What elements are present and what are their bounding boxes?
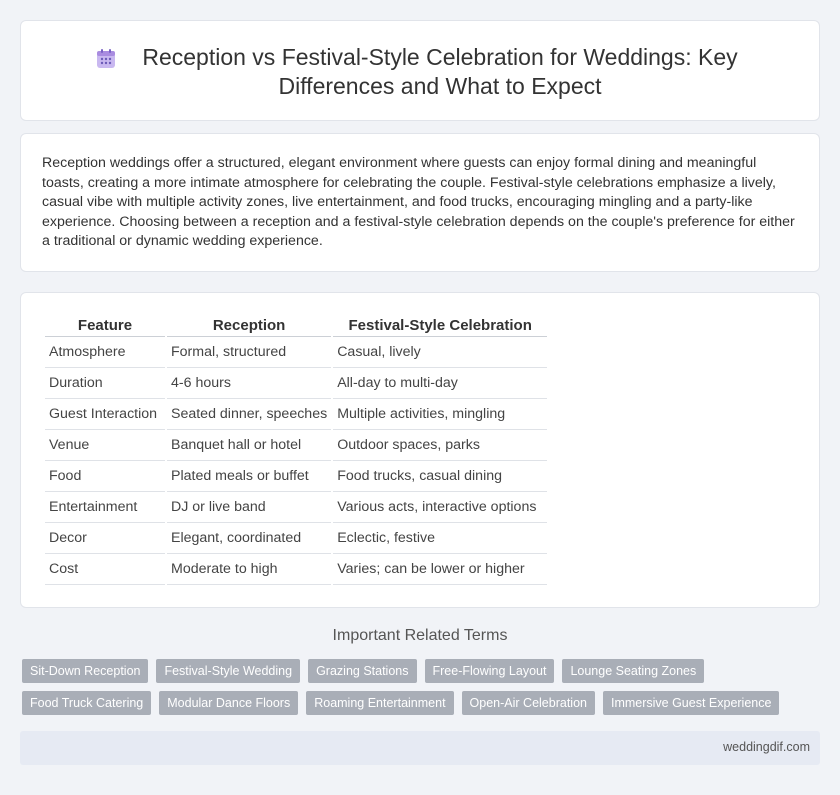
- table-cell: Formal, structured: [167, 337, 332, 368]
- table-cell: Food trucks, casual dining: [333, 461, 548, 492]
- table-header-row: Feature Reception Festival-Style Celebra…: [45, 315, 548, 337]
- term-tag[interactable]: Roaming Entertainment: [306, 691, 454, 715]
- table-row: Food Plated meals or buffet Food trucks,…: [45, 461, 548, 492]
- table-cell: Cost: [45, 554, 165, 585]
- term-tag[interactable]: Food Truck Catering: [22, 691, 152, 715]
- table-cell: Banquet hall or hotel: [167, 430, 332, 461]
- table-row: Decor Elegant, coordinated Eclectic, fes…: [45, 523, 548, 554]
- column-header-reception: Reception: [167, 315, 332, 337]
- intro-card: Reception weddings offer a structured, e…: [20, 133, 820, 272]
- table-cell: Duration: [45, 368, 165, 399]
- table-row: Guest Interaction Seated dinner, speeche…: [45, 399, 548, 430]
- table-cell: Entertainment: [45, 492, 165, 523]
- comparison-card: Feature Reception Festival-Style Celebra…: [20, 292, 820, 608]
- table-cell: Multiple activities, mingling: [333, 399, 548, 430]
- table-row: Cost Moderate to high Varies; can be low…: [45, 554, 548, 585]
- related-terms-list: Sit-Down Reception Festival-Style Weddin…: [22, 659, 822, 715]
- term-tag[interactable]: Lounge Seating Zones: [562, 659, 705, 683]
- table-cell: Outdoor spaces, parks: [333, 430, 548, 461]
- term-tag[interactable]: Sit-Down Reception: [22, 659, 149, 683]
- table-cell: Eclectic, festive: [333, 523, 548, 554]
- term-tag[interactable]: Immersive Guest Experience: [602, 691, 780, 715]
- table-cell: Food: [45, 461, 165, 492]
- table-row: Venue Banquet hall or hotel Outdoor spac…: [45, 430, 548, 461]
- table-cell: DJ or live band: [167, 492, 332, 523]
- comparison-table: Feature Reception Festival-Style Celebra…: [43, 315, 549, 585]
- table-cell: Moderate to high: [167, 554, 332, 585]
- table-row: Entertainment DJ or live band Various ac…: [45, 492, 548, 523]
- table-cell: Varies; can be lower or higher: [333, 554, 548, 585]
- table-row: Duration 4-6 hours All-day to multi-day: [45, 368, 548, 399]
- table-cell: Seated dinner, speeches: [167, 399, 332, 430]
- table-cell: Plated meals or buffet: [167, 461, 332, 492]
- table-row: Atmosphere Formal, structured Casual, li…: [45, 337, 548, 368]
- footer: weddingdif.com: [20, 731, 820, 765]
- table-cell: Decor: [45, 523, 165, 554]
- related-terms-title: Important Related Terms: [332, 627, 508, 644]
- term-tag[interactable]: Modular Dance Floors: [159, 691, 299, 715]
- table-cell: Venue: [45, 430, 165, 461]
- header-card: Reception vs Festival-Style Celebration …: [20, 20, 820, 121]
- table-cell: Guest Interaction: [45, 399, 165, 430]
- table-cell: All-day to multi-day: [333, 368, 548, 399]
- table-cell: Various acts, interactive options: [333, 492, 548, 523]
- column-header-feature: Feature: [45, 315, 165, 337]
- footer-site-link[interactable]: weddingdif.com: [723, 740, 810, 754]
- term-tag[interactable]: Festival-Style Wedding: [156, 659, 301, 683]
- page-title: Reception vs Festival-Style Celebration …: [142, 44, 738, 99]
- intro-paragraph: Reception weddings offer a structured, e…: [42, 155, 795, 250]
- column-header-festival: Festival-Style Celebration: [333, 315, 548, 337]
- table-cell: 4-6 hours: [167, 368, 332, 399]
- table-cell: Casual, lively: [333, 337, 548, 368]
- table-cell: Atmosphere: [45, 337, 165, 368]
- table-cell: Elegant, coordinated: [167, 523, 332, 554]
- term-tag[interactable]: Free-Flowing Layout: [424, 659, 555, 683]
- term-tag[interactable]: Grazing Stations: [308, 659, 417, 683]
- term-tag[interactable]: Open-Air Celebration: [461, 691, 595, 715]
